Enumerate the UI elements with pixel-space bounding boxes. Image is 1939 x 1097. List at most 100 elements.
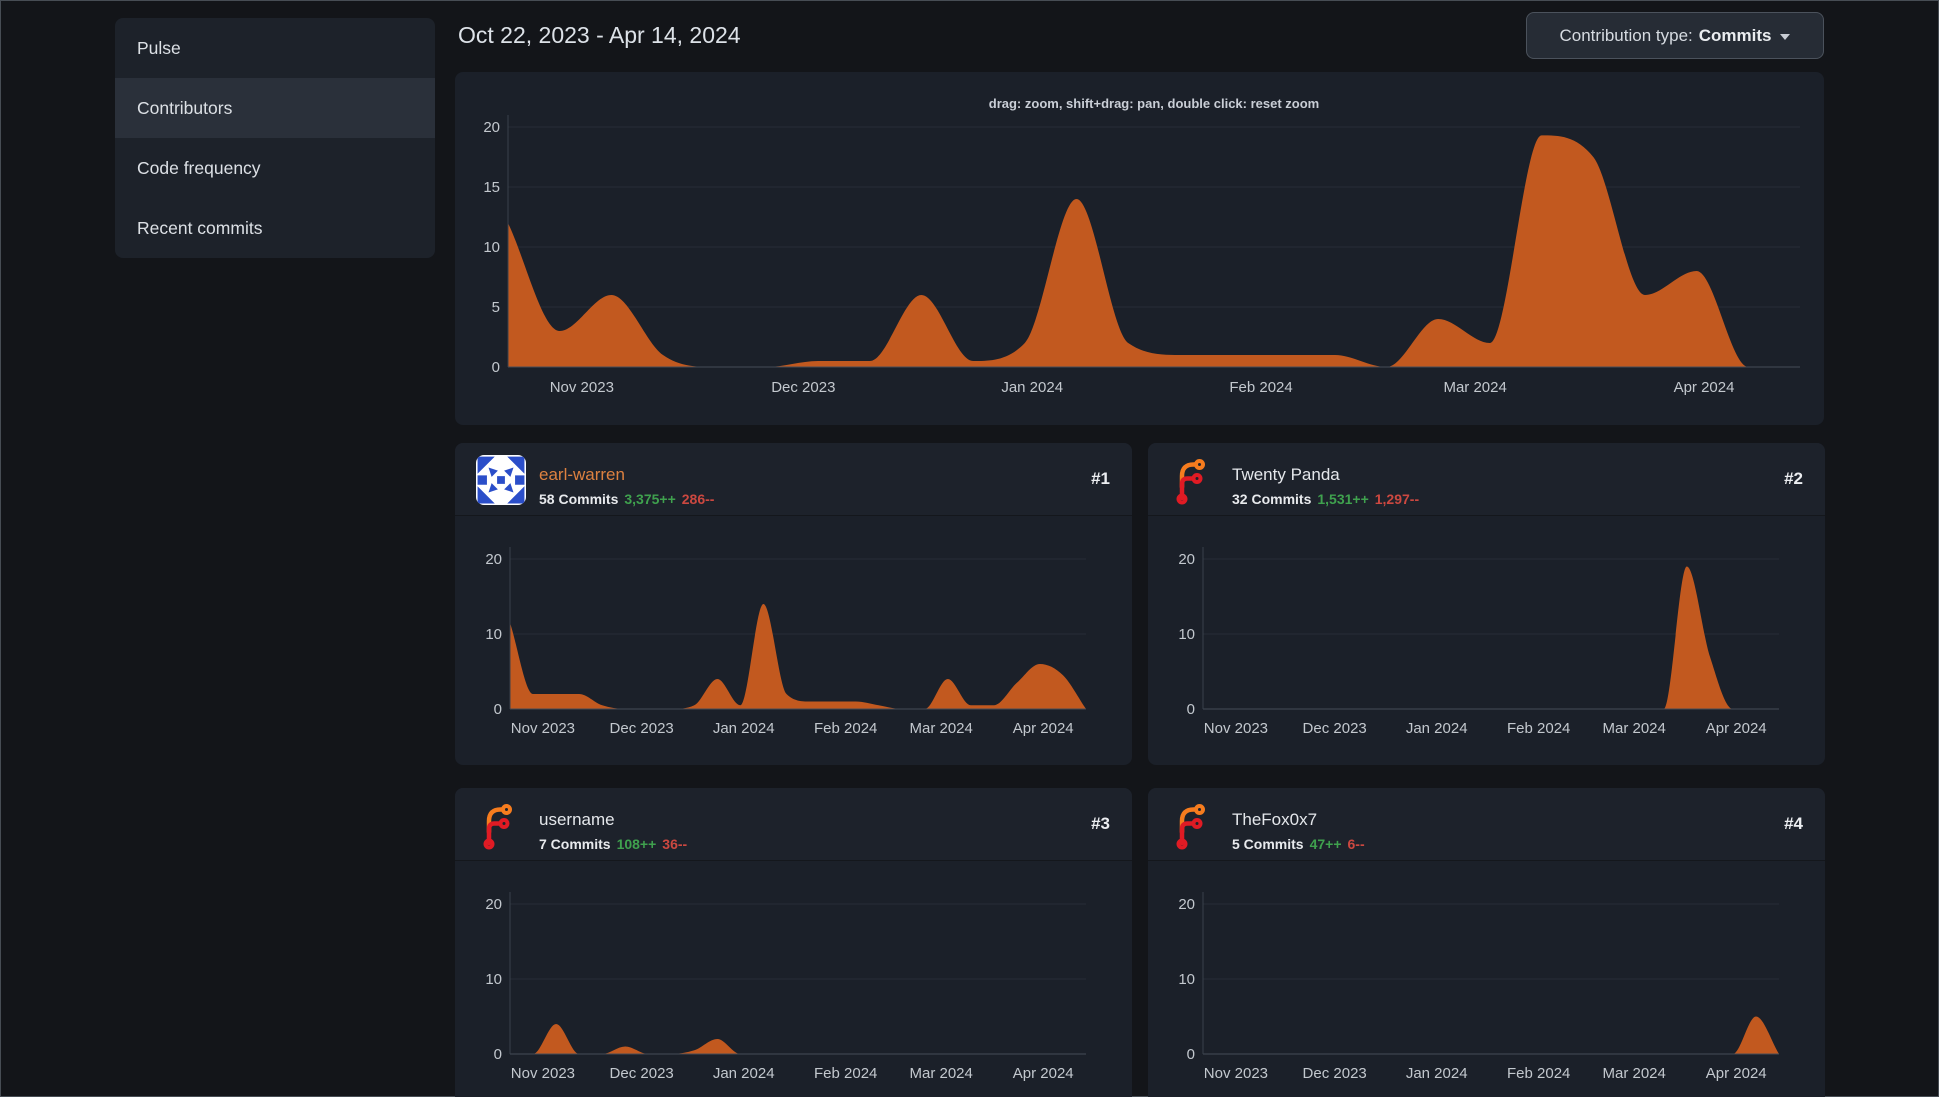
contributor-rank-badge: #4 [1784, 814, 1803, 833]
page-title: Oct 22, 2023 - Apr 14, 2024 [458, 22, 741, 48]
avatar [1169, 800, 1219, 850]
commit-count: 32 Commits [1232, 491, 1312, 507]
contributor-card-header: earl-warren 58 Commits 3,375++ 286-- #1 [455, 443, 1132, 516]
svg-text:Dec 2023: Dec 2023 [610, 720, 674, 737]
contribution-type-label: Contribution type: [1559, 25, 1693, 45]
forgejo-logo-avatar [1176, 804, 1205, 850]
contributor-commits-chart[interactable]: 0 10 20 Nov 2023 Dec 2023 Jan 2024 Feb 2024 Mar… [1148, 860, 1825, 1097]
contribution-type-value: Commits [1698, 25, 1772, 45]
identicon-avatar [476, 455, 526, 505]
overview-chart-panel: drag: zoom, shift+drag: pan, double clic… [455, 72, 1824, 425]
svg-text:Jan 2024: Jan 2024 [1406, 720, 1468, 737]
svg-text:10: 10 [1178, 971, 1195, 988]
svg-text:Nov 2023: Nov 2023 [511, 720, 575, 737]
svg-text:20: 20 [1178, 551, 1195, 568]
contributor-name: Twenty Panda [1232, 465, 1340, 484]
svg-text:Jan 2024: Jan 2024 [713, 720, 775, 737]
sidebar-item-recent-commits[interactable]: Recent commits [115, 198, 435, 258]
avatar [476, 455, 526, 505]
svg-text:10: 10 [483, 239, 500, 256]
svg-text:Feb 2024: Feb 2024 [1507, 1065, 1570, 1082]
svg-text:Feb 2024: Feb 2024 [814, 1065, 877, 1082]
additions-count: 47++ [1309, 836, 1342, 852]
svg-text:15: 15 [483, 179, 500, 196]
svg-text:10: 10 [1178, 626, 1195, 643]
contributor-card: username 7 Commits 108++ 36-- #3 0 10 20 Nov … [455, 788, 1132, 1097]
contributor-rank-badge: #1 [1091, 469, 1110, 488]
svg-text:Apr 2024: Apr 2024 [1013, 1065, 1074, 1082]
svg-text:Dec 2023: Dec 2023 [1303, 720, 1367, 737]
contributor-commits-chart[interactable]: 0 10 20 Nov 2023 Dec 2023 Jan 2024 Feb 2024 Mar… [1148, 515, 1825, 767]
svg-text:Nov 2023: Nov 2023 [550, 379, 614, 396]
commit-count: 7 Commits [539, 836, 611, 852]
contributor-card: TheFox0x7 5 Commits 47++ 6-- #4 0 10 20 Nov 2… [1148, 788, 1825, 1097]
svg-text:10: 10 [485, 971, 502, 988]
contributor-stats: 58 Commits 3,375++ 286-- [539, 491, 714, 507]
contributor-stats: 5 Commits 47++ 6-- [1232, 836, 1365, 852]
contributor-card: Twenty Panda 32 Commits 1,531++ 1,297-- #2… [1148, 443, 1825, 765]
additions-count: 1,531++ [1317, 491, 1369, 507]
repo-contributors-page: Pulse Contributors Code frequency Recent co… [0, 0, 1939, 1097]
commit-count: 58 Commits [539, 491, 619, 507]
contributor-card-header: Twenty Panda 32 Commits 1,531++ 1,297-- #2 [1148, 443, 1825, 516]
avatar [1169, 455, 1219, 505]
deletions-count: 36-- [662, 836, 688, 852]
svg-text:Nov 2023: Nov 2023 [1204, 720, 1268, 737]
contributor-stats: 7 Commits 108++ 36-- [539, 836, 687, 852]
contributor-card: earl-warren 58 Commits 3,375++ 286-- #1 0 1… [455, 443, 1132, 765]
additions-count: 108++ [616, 836, 657, 852]
svg-text:Apr 2024: Apr 2024 [1706, 720, 1767, 737]
svg-text:0: 0 [494, 701, 502, 718]
svg-text:0: 0 [1187, 1046, 1195, 1063]
svg-text:20: 20 [483, 119, 500, 136]
contributor-name[interactable]: earl-warren [539, 465, 625, 485]
svg-text:20: 20 [1178, 896, 1195, 913]
sidebar-item-pulse[interactable]: Pulse [115, 18, 435, 78]
svg-text:Dec 2023: Dec 2023 [771, 379, 835, 396]
svg-text:Mar 2024: Mar 2024 [1602, 720, 1665, 737]
svg-text:0: 0 [494, 1046, 502, 1063]
sidebar: Pulse Contributors Code frequency Recent co… [115, 18, 435, 258]
svg-text:Nov 2023: Nov 2023 [1204, 1065, 1268, 1082]
svg-text:Feb 2024: Feb 2024 [814, 720, 877, 737]
svg-text:Dec 2023: Dec 2023 [610, 1065, 674, 1082]
svg-text:Feb 2024: Feb 2024 [1229, 379, 1292, 396]
contributions-overview-chart[interactable]: 0 5 10 15 20 Nov 2023 Dec 2023 Jan 2024 Feb 2024… [455, 72, 1824, 425]
svg-text:Jan 2024: Jan 2024 [713, 1065, 775, 1082]
forgejo-logo-avatar [1176, 459, 1205, 505]
contributor-rank-badge: #3 [1091, 814, 1110, 833]
contributor-card-header: TheFox0x7 5 Commits 47++ 6-- #4 [1148, 788, 1825, 861]
deletions-count: 286-- [681, 491, 715, 507]
contributor-rank-badge: #2 [1784, 469, 1803, 488]
deletions-count: 6-- [1347, 836, 1365, 852]
additions-count: 3,375++ [624, 491, 676, 507]
svg-text:Mar 2024: Mar 2024 [1602, 1065, 1665, 1082]
svg-text:0: 0 [1187, 701, 1195, 718]
svg-text:Apr 2024: Apr 2024 [1013, 720, 1074, 737]
svg-text:Mar 2024: Mar 2024 [909, 1065, 972, 1082]
svg-text:Apr 2024: Apr 2024 [1706, 1065, 1767, 1082]
svg-text:5: 5 [492, 299, 500, 316]
svg-text:0: 0 [492, 359, 500, 376]
svg-text:Jan 2024: Jan 2024 [1001, 379, 1063, 396]
contributor-commits-chart[interactable]: 0 10 20 Nov 2023 Dec 2023 Jan 2024 Feb 2024 Mar… [455, 515, 1132, 767]
chevron-down-icon [1780, 33, 1791, 40]
svg-text:Feb 2024: Feb 2024 [1507, 720, 1570, 737]
svg-text:10: 10 [485, 626, 502, 643]
sidebar-item-contributors[interactable]: Contributors [115, 78, 435, 138]
contributor-name: TheFox0x7 [1232, 810, 1318, 829]
forgejo-logo-avatar [483, 804, 512, 850]
commit-count: 5 Commits [1232, 836, 1304, 852]
contribution-type-dropdown[interactable]: Contribution type: Commits [1526, 12, 1824, 59]
svg-text:Jan 2024: Jan 2024 [1406, 1065, 1468, 1082]
svg-text:20: 20 [485, 896, 502, 913]
svg-text:Dec 2023: Dec 2023 [1303, 1065, 1367, 1082]
contributor-commits-chart[interactable]: 0 10 20 Nov 2023 Dec 2023 Jan 2024 Feb 2024 Mar… [455, 860, 1132, 1097]
contributor-card-header: username 7 Commits 108++ 36-- #3 [455, 788, 1132, 861]
contributor-name: username [539, 810, 615, 829]
svg-text:Mar 2024: Mar 2024 [1443, 379, 1506, 396]
svg-text:Apr 2024: Apr 2024 [1674, 379, 1735, 396]
avatar [476, 800, 526, 850]
sidebar-item-code-frequency[interactable]: Code frequency [115, 138, 435, 198]
svg-text:20: 20 [485, 551, 502, 568]
